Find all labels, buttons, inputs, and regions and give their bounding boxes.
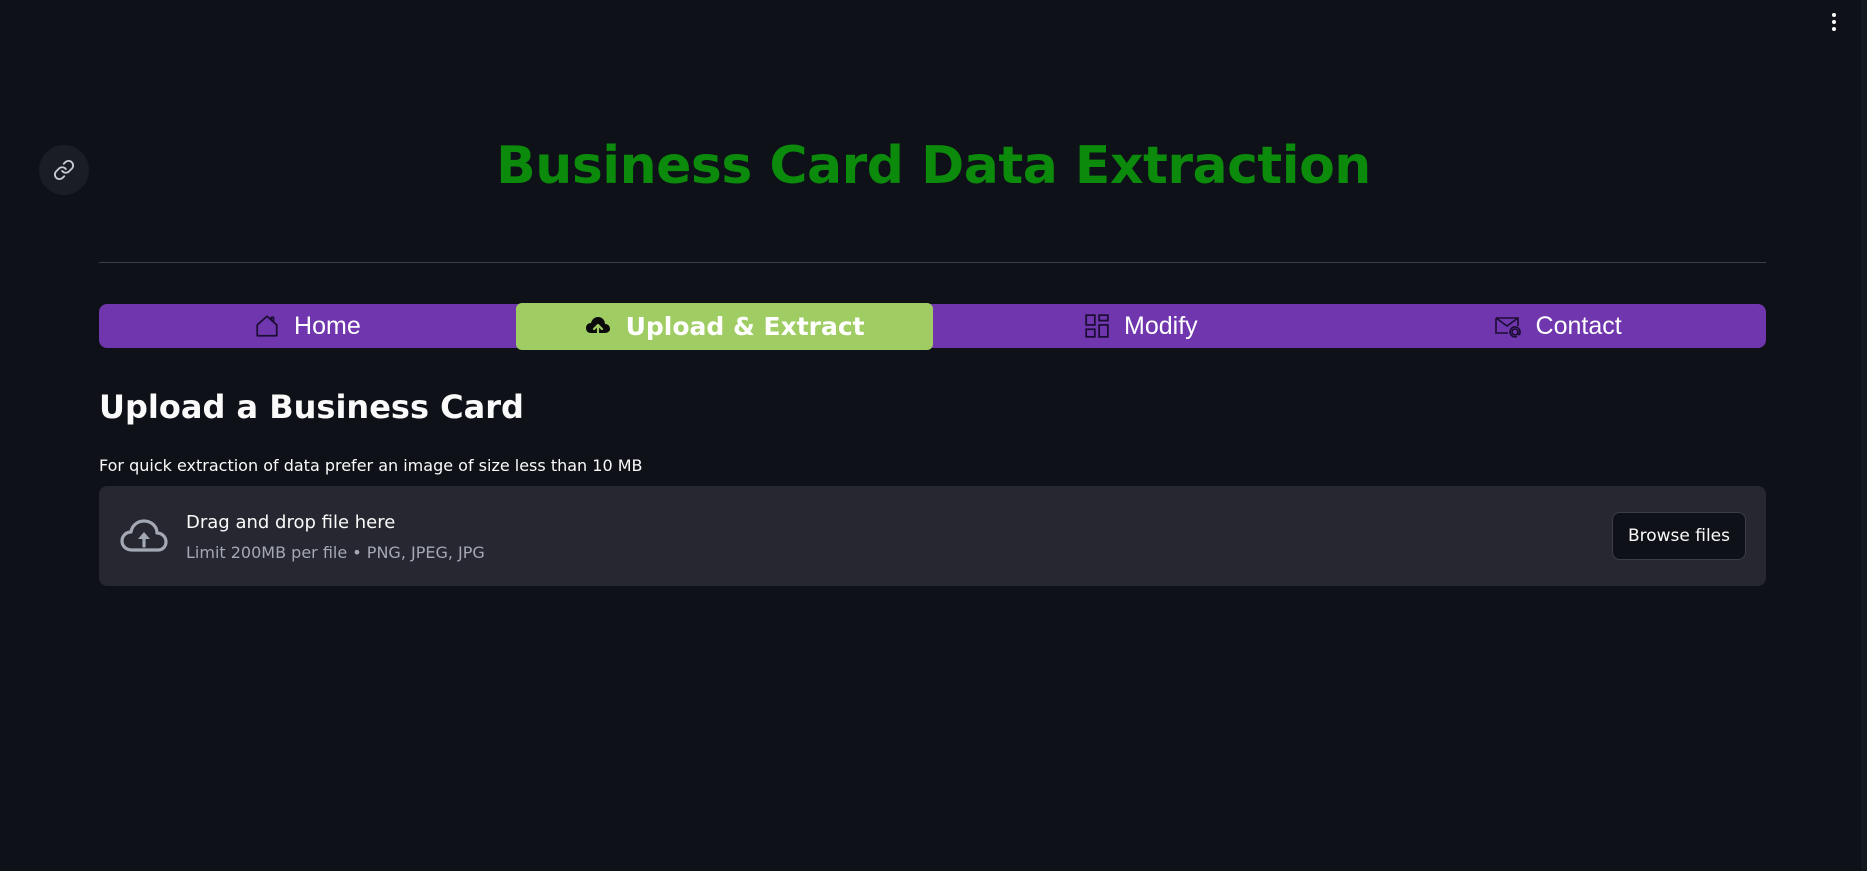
- tab-home[interactable]: Home: [99, 304, 516, 348]
- uploader-hint: For quick extraction of data prefer an i…: [99, 456, 643, 475]
- main-menu-button[interactable]: [1823, 8, 1845, 36]
- tab-modify[interactable]: Modify: [933, 304, 1350, 348]
- section-heading: Upload a Business Card: [99, 388, 524, 426]
- vertical-dots-icon: [1832, 13, 1836, 17]
- tab-upload-extract[interactable]: Upload & Extract: [515, 303, 933, 350]
- tab-home-label: Home: [294, 311, 361, 340]
- envelope-at-icon: [1494, 313, 1522, 339]
- cloud-upload-icon: [584, 314, 612, 340]
- scrollbar[interactable]: [1861, 0, 1867, 871]
- tab-modify-label: Modify: [1124, 311, 1198, 340]
- tab-contact-label: Contact: [1535, 311, 1622, 340]
- tab-upload-extract-label: Upload & Extract: [625, 312, 865, 341]
- file-dropzone[interactable]: Drag and drop file here Limit 200MB per …: [99, 486, 1766, 586]
- divider: [99, 262, 1766, 263]
- dropzone-limits: Limit 200MB per file • PNG, JPEG, JPG: [186, 543, 485, 562]
- app-root: Business Card Data Extraction Home Uploa…: [0, 0, 1867, 871]
- nav-bar: Home Upload & Extract Modify Contact: [99, 303, 1766, 350]
- page-title: Business Card Data Extraction: [496, 136, 1371, 196]
- tab-contact[interactable]: Contact: [1349, 304, 1766, 348]
- dashboard-icon: [1084, 313, 1110, 339]
- dropzone-title: Drag and drop file here: [186, 512, 396, 533]
- home-icon: [254, 313, 280, 339]
- cloud-upload-icon: [119, 516, 169, 556]
- browse-files-button[interactable]: Browse files: [1611, 512, 1746, 560]
